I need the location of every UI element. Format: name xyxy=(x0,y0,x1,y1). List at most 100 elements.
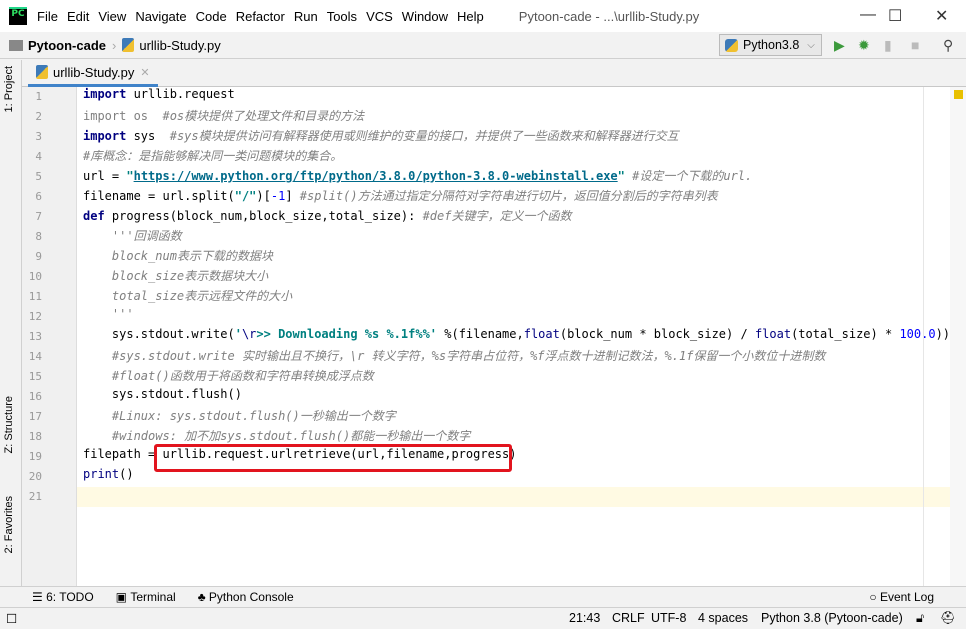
menu-code[interactable]: Code xyxy=(196,9,227,24)
code-token: (total_size) * xyxy=(791,327,900,341)
menu-file[interactable]: File xyxy=(37,9,58,24)
python-icon xyxy=(725,38,738,52)
code-token: #float()函数用于将函数和字符串转换成浮点数 xyxy=(111,369,374,383)
line-number: 5 xyxy=(35,170,42,183)
code-token: %(filename, xyxy=(437,327,524,341)
code-token: import os xyxy=(83,109,149,123)
project-tool-tab[interactable]: 1: Project xyxy=(3,66,15,112)
menu-edit[interactable]: Edit xyxy=(67,9,89,24)
menu-help[interactable]: Help xyxy=(457,9,484,24)
menu-vcs[interactable]: VCS xyxy=(366,9,393,24)
annotation-red-box xyxy=(154,444,512,472)
run-configuration-select[interactable]: Python3.8 ⌵ xyxy=(719,34,822,56)
toggle-tool-windows-icon[interactable]: ☐ xyxy=(6,611,17,626)
code-token: sys xyxy=(126,129,170,143)
terminal-icon: ▣ xyxy=(115,590,131,604)
python-file-icon xyxy=(122,38,135,52)
file-encoding[interactable]: UTF-8 xyxy=(651,611,686,625)
menu-refactor[interactable]: Refactor xyxy=(236,9,285,24)
close-tab-icon[interactable]: ✕ xyxy=(140,66,149,79)
code-token: #sys.stdout.write 实时输出且不换行，\r 转义字符，%s字符串… xyxy=(111,349,826,363)
menu-window[interactable]: Window xyxy=(402,9,448,24)
menu-view[interactable]: View xyxy=(98,9,126,24)
line-number: 7 xyxy=(35,210,42,223)
python-console-tool-tab[interactable]: Python Console xyxy=(209,590,294,604)
code-line: ''' xyxy=(83,307,134,327)
line-number: 2 xyxy=(35,110,42,123)
line-number: 11 xyxy=(28,290,42,303)
close-button[interactable]: ✕ xyxy=(935,6,948,26)
minimize-button[interactable]: — xyxy=(860,6,876,24)
line-number: 13 xyxy=(28,330,42,343)
code-token: #windows: 加不加sys.stdout.flush()都能一秒输出一个数… xyxy=(111,429,471,443)
code-line: block_size表示数据块大小 xyxy=(83,267,268,287)
line-number: 15 xyxy=(28,370,42,383)
menu-tools[interactable]: Tools xyxy=(327,9,357,24)
line-separator[interactable]: CRLF xyxy=(612,611,645,625)
run-config-label: Python3.8 xyxy=(743,38,800,52)
terminal-tool-tab[interactable]: Terminal xyxy=(130,590,175,604)
code-token: (block_num * block_size) / xyxy=(559,327,755,341)
caret-position[interactable]: 21:43 xyxy=(569,611,600,625)
code-token: "/" xyxy=(234,189,257,203)
code-token: #split()方法通过指定分隔符对字符串进行切片，返回值分割后的字符串列表 xyxy=(299,189,718,203)
code-token: " xyxy=(126,169,134,183)
menu-run[interactable]: Run xyxy=(294,9,318,24)
code-editor[interactable]: 1 2 3 4 5 6 7 8 9 10 11 12 13 14 15 16 17 18 19 20 21 import… xyxy=(22,87,966,586)
code-line: #Linux: sys.stdout.flush()一秒输出一个数字 xyxy=(83,407,396,427)
coverage-icon[interactable]: ▮ xyxy=(884,37,892,54)
stop-icon[interactable]: ■ xyxy=(911,37,919,53)
line-number: 10 xyxy=(28,270,42,283)
line-number: 18 xyxy=(28,430,42,443)
code-token: urllib.request xyxy=(126,87,235,101)
code-token: ''' xyxy=(83,307,134,321)
code-line: #sys.stdout.write 实时输出且不换行，\r 转义字符，%s字符串… xyxy=(83,347,826,367)
editor-tabs: urllib-Study.py ✕ xyxy=(22,60,966,87)
favorites-tool-tab[interactable]: 2: Favorites xyxy=(3,496,15,553)
menu-navigate[interactable]: Navigate xyxy=(135,9,186,24)
structure-tool-tab[interactable]: Z: Structure xyxy=(3,396,15,453)
python-file-icon xyxy=(36,65,48,79)
inspector-icon[interactable]: ⛑︎ xyxy=(940,611,956,626)
breadcrumb-file[interactable]: urllib-Study.py xyxy=(139,38,220,53)
indent-setting[interactable]: 4 spaces xyxy=(698,611,748,625)
lock-icon[interactable]: 🔓︎ xyxy=(916,611,924,626)
debug-icon[interactable]: ✹ xyxy=(858,37,870,54)
code-token: progress(block_num,block_size,total_size… xyxy=(104,209,423,223)
code-line: total_size表示远程文件的大小 xyxy=(83,287,292,307)
warning-indicator-icon[interactable] xyxy=(954,90,963,99)
code-line: import urllib.request xyxy=(83,87,235,107)
code-token: sys.stdout.write( xyxy=(83,327,235,341)
code-token: block_num表示下载的数据块 xyxy=(83,249,273,263)
editor-scrollbar[interactable] xyxy=(950,87,966,586)
interpreter-selector[interactable]: Python 3.8 (Pytoon-cade) xyxy=(761,611,903,625)
run-icon[interactable]: ▶ xyxy=(834,37,845,54)
code-token: filename = url.split( xyxy=(83,189,235,203)
breadcrumb-project[interactable]: Pytoon-cade xyxy=(28,38,106,53)
pycharm-logo: PC xyxy=(9,7,27,25)
event-log-icon: ○ xyxy=(869,590,880,604)
todo-icon: ☰ xyxy=(32,590,47,604)
code-token: 100.0 xyxy=(899,327,936,341)
maximize-button[interactable]: ☐ xyxy=(888,6,902,26)
todo-tool-tab[interactable]: 6: TODO xyxy=(46,590,94,604)
code-token: print xyxy=(83,467,120,481)
code-token: \r xyxy=(241,327,257,341)
code-line: print() xyxy=(83,467,134,487)
code-line: block_num表示下载的数据块 xyxy=(83,247,273,267)
line-number: 16 xyxy=(28,390,42,403)
python-console-icon: ♣ xyxy=(197,590,209,604)
tab-urllib-study[interactable]: urllib-Study.py ✕ xyxy=(28,60,158,87)
code-line: sys.stdout.flush() xyxy=(83,387,242,407)
code-line: import sys #sys模块提供访问有解释器使用或则维护的变量的接口，并提… xyxy=(83,127,679,147)
code-token: total_size表示远程文件的大小 xyxy=(83,289,293,303)
menu-bar: File Edit View Navigate Code Refactor Run Tools… xyxy=(37,9,493,24)
line-number: 17 xyxy=(28,410,42,423)
search-icon[interactable]: ⚲ xyxy=(943,37,953,54)
code-line: import os #os模块提供了处理文件和目录的方法 xyxy=(83,107,364,127)
code-line: url = "https://www.python.org/ftp/python… xyxy=(83,167,752,187)
event-log-tool-tab[interactable]: Event Log xyxy=(880,590,934,604)
